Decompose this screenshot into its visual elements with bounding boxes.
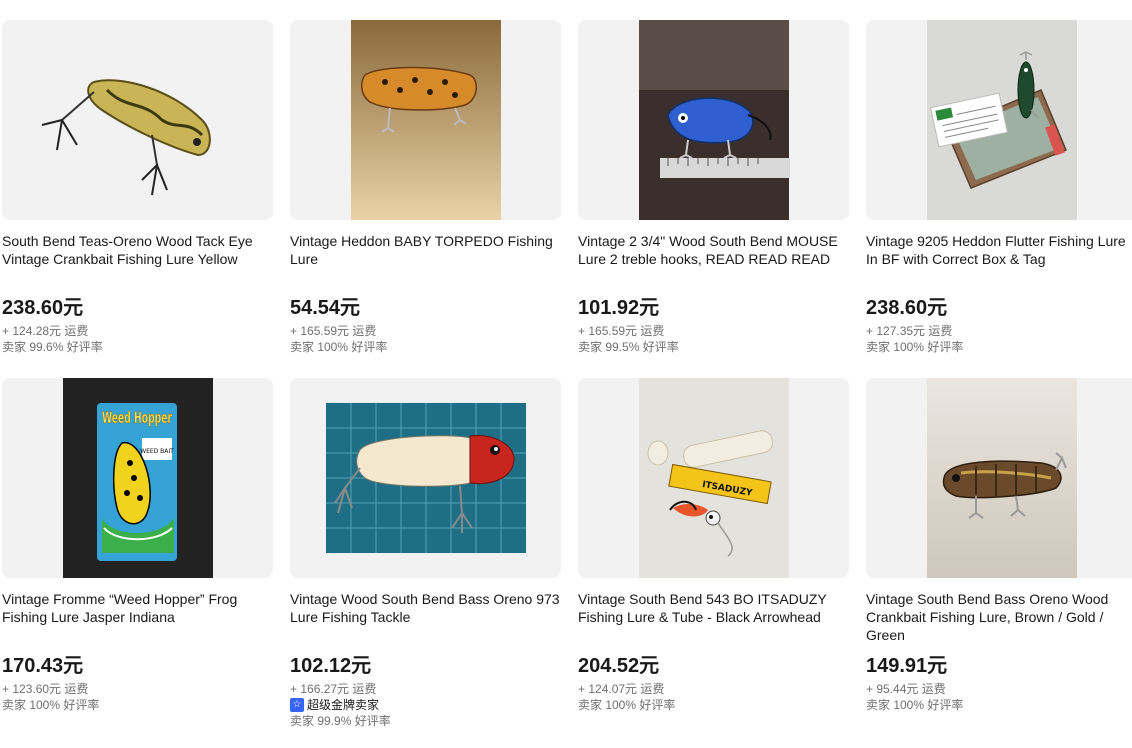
- listing-title[interactable]: Vintage Fromme “Weed Hopper” Frog Fishin…: [2, 590, 273, 644]
- brown-bass-oreno-photo: [866, 378, 1132, 578]
- shipping-cost: + 165.59元 运费: [578, 324, 665, 338]
- listing-price: 149.91元: [866, 655, 948, 677]
- listing-title[interactable]: Vintage 2 3/4" Wood South Bend MOUSE Lur…: [578, 232, 849, 286]
- listing-card[interactable]: Weed Hopper WEED BAIT Vintage Fromme “We…: [2, 378, 273, 713]
- listing-title[interactable]: Vintage Heddon BABY TORPEDO Fishing Lure: [290, 232, 561, 286]
- weed-text: Weed Hopper: [102, 408, 172, 427]
- seller-rating: 卖家 100% 好评率: [290, 340, 388, 354]
- listing-title[interactable]: Vintage 9205 Heddon Flutter Fishing Lure…: [866, 232, 1132, 286]
- itsaduzy-lure-tube-photo: ITSADUZY: [578, 378, 849, 578]
- listing-card[interactable]: Vintage South Bend Bass Oreno Wood Crank…: [866, 378, 1132, 713]
- shipping-cost: + 166.27元 运费: [290, 682, 377, 696]
- listing-price: 238.60元: [2, 297, 84, 319]
- listing-card[interactable]: South Bend Teas-Oreno Wood Tack Eye Vint…: [2, 20, 273, 355]
- shipping-cost: + 127.35元 运费: [866, 324, 953, 338]
- listing-card[interactable]: Vintage Wood South Bend Bass Oreno 973 L…: [290, 378, 561, 729]
- seller-rating: 卖家 100% 好评率: [2, 698, 100, 712]
- seller-rating: 卖家 100% 好评率: [866, 698, 964, 712]
- listing-price: 101.92元: [578, 297, 660, 319]
- listing-title[interactable]: Vintage South Bend Bass Oreno Wood Crank…: [866, 590, 1132, 644]
- seller-rating: 卖家 99.6% 好评率: [2, 340, 103, 354]
- listing-title[interactable]: Vintage South Bend 543 BO ITSADUZY Fishi…: [578, 590, 849, 644]
- shipping-cost: + 123.60元 运费: [2, 682, 89, 696]
- listing-price: 170.43元: [2, 655, 84, 677]
- weed-bait-text: WEED BAIT: [140, 448, 174, 455]
- listing-card[interactable]: Vintage 2 3/4" Wood South Bend MOUSE Lur…: [578, 20, 849, 355]
- seller-rating: 卖家 100% 好评率: [578, 698, 676, 712]
- shipping-cost: + 95.44元 运费: [866, 682, 946, 696]
- star-badge-icon: ☆: [290, 698, 304, 712]
- weed-hopper-card-photo: Weed Hopper WEED BAIT: [2, 378, 273, 578]
- listing-image[interactable]: [866, 378, 1132, 578]
- listing-card[interactable]: ITSADUZY Vintage South Bend 543 BO ITSAD…: [578, 378, 849, 713]
- listing-title[interactable]: South Bend Teas-Oreno Wood Tack Eye Vint…: [2, 232, 273, 286]
- shipping-cost: + 124.07元 运费: [578, 682, 665, 696]
- seller-rating: 卖家 99.9% 好评率: [290, 714, 391, 728]
- listing-title[interactable]: Vintage Wood South Bend Bass Oreno 973 L…: [290, 590, 561, 644]
- orange-torpedo-lure-photo: [290, 20, 561, 220]
- listing-image[interactable]: [2, 20, 273, 220]
- blue-mouse-lure-photo: [578, 20, 849, 220]
- shipping-cost: + 165.59元 运费: [290, 324, 377, 338]
- seller-rating: 卖家 99.5% 好评率: [578, 340, 679, 354]
- listing-price: 238.60元: [866, 297, 948, 319]
- badge-label: 超级金牌卖家: [307, 698, 380, 712]
- seller-rating: 卖家 100% 好评率: [866, 340, 964, 354]
- yellow-crankbait-lure-photo: [2, 20, 273, 220]
- listing-image[interactable]: [578, 20, 849, 220]
- listing-image[interactable]: [290, 378, 561, 578]
- listing-image[interactable]: [866, 20, 1132, 220]
- listing-image[interactable]: [290, 20, 561, 220]
- shipping-cost: + 124.28元 运费: [2, 324, 89, 338]
- flutter-lure-in-box-photo: [866, 20, 1132, 220]
- top-rated-seller-badge: ☆ 超级金牌卖家: [290, 697, 561, 713]
- listing-image[interactable]: Weed Hopper WEED BAIT: [2, 378, 273, 578]
- listing-card[interactable]: Vintage 9205 Heddon Flutter Fishing Lure…: [866, 20, 1132, 355]
- listing-price: 204.52元: [578, 655, 660, 677]
- listing-price: 54.54元: [290, 297, 361, 319]
- listing-price: 102.12元: [290, 655, 372, 677]
- listing-image[interactable]: ITSADUZY: [578, 378, 849, 578]
- red-white-bass-oreno-photo: [290, 378, 561, 578]
- listing-card[interactable]: Vintage Heddon BABY TORPEDO Fishing Lure…: [290, 20, 561, 355]
